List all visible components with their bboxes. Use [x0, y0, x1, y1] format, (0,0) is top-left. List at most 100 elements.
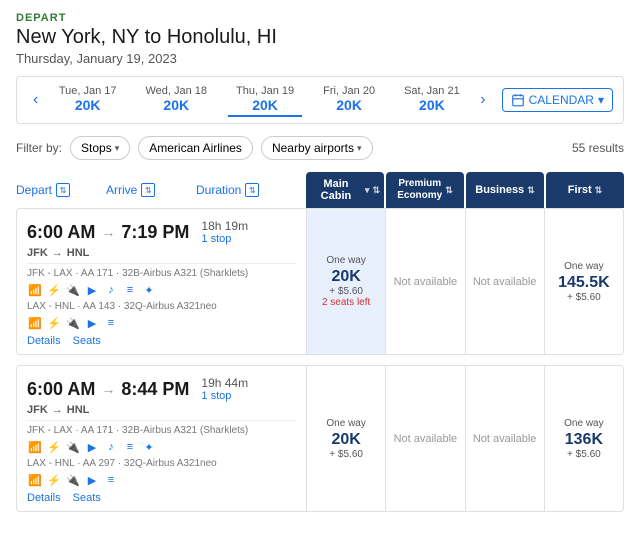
date-nav: ‹ Tue, Jan 1720KWed, Jan 1820KThu, Jan 1…	[16, 76, 624, 124]
date-prev-arrow[interactable]: ‹	[27, 91, 44, 109]
airline-label: American Airlines	[149, 141, 242, 155]
main-price-label-0: One way	[326, 255, 365, 266]
depart-time-0: 6:00 AM	[27, 222, 95, 243]
detail2-0: LAX - HNL · AA 143 · 32Q-Airbus A321neo	[27, 301, 296, 312]
power-icon: ⚡	[46, 282, 62, 298]
stops-0: 1 stop	[201, 233, 248, 245]
duration-sort-icon: ⇅	[245, 183, 259, 197]
flights-container: 6:00 AM → 7:19 PM 18h 19m 1 stop JFK → H…	[16, 208, 624, 512]
arrive-airport-1: HNL	[67, 404, 90, 416]
date-points-3: 20K	[323, 97, 375, 113]
first-cell-0[interactable]: One way 145.5K + $5.60	[545, 209, 623, 354]
usb-icon: 🔌	[65, 439, 81, 455]
details-link-0[interactable]: Details	[27, 335, 61, 348]
arrive-time-1: 8:44 PM	[121, 379, 189, 400]
calendar-button[interactable]: CALENDAR ▾	[502, 88, 613, 112]
premium-sort-icon: ⇅	[445, 185, 453, 196]
date-label-0: Tue, Jan 17	[59, 85, 117, 97]
details-link-1[interactable]: Details	[27, 492, 61, 505]
usb-icon: 🔌	[65, 282, 81, 298]
arrive-airport-0: HNL	[67, 247, 90, 259]
business-unavailable-0: Not available	[473, 276, 537, 288]
date-item-2[interactable]: Thu, Jan 1920K	[228, 83, 302, 117]
main-sort-icon2: ⇅	[372, 185, 380, 196]
premium-economy-header[interactable]: PremiumEconomy ⇅	[386, 172, 464, 208]
main-cabin-cell-1[interactable]: One way 20K + $5.60	[307, 366, 386, 511]
airline-filter[interactable]: American Airlines	[138, 136, 253, 160]
depart-col-header[interactable]: Depart ⇅	[16, 178, 106, 202]
main-price-amount-0: 20K	[331, 268, 360, 286]
power-icon: ⚡	[46, 472, 62, 488]
premium-cabin-label: PremiumEconomy	[397, 178, 442, 202]
date-label-2: Thu, Jan 19	[236, 85, 294, 97]
video-icon: ▶	[84, 282, 100, 298]
first-header[interactable]: First ⇅	[546, 172, 624, 208]
stops-filter[interactable]: Stops ▾	[70, 136, 130, 160]
depart-time-1: 6:00 AM	[27, 379, 95, 400]
first-sort-icon: ⇅	[595, 185, 603, 196]
flight-links-0: Details Seats	[27, 335, 296, 348]
usb-icon: 🔌	[65, 472, 81, 488]
depart-airport-1: JFK	[27, 404, 48, 416]
seat-icon: ≡	[122, 282, 138, 298]
date-item-4[interactable]: Sat, Jan 2120K	[396, 83, 468, 117]
power-icon: ⚡	[46, 439, 62, 455]
flight-row-1: 6:00 AM → 8:44 PM 19h 44m 1 stop JFK → H…	[16, 365, 624, 512]
main-cabin-header[interactable]: Main Cabin ▾ ⇅	[306, 172, 384, 208]
seats-link-0[interactable]: Seats	[73, 335, 101, 348]
main-container: DEPART New York, NY to Honolulu, HI Thur…	[0, 0, 640, 534]
date-points-4: 20K	[404, 97, 460, 113]
date-points-1: 20K	[145, 97, 207, 113]
flight-info-0: 6:00 AM → 7:19 PM 18h 19m 1 stop JFK → H…	[17, 209, 307, 354]
col-headers: Depart ⇅ Arrive ⇅ Duration ⇅ Main Cabin …	[16, 172, 624, 208]
date-item-1[interactable]: Wed, Jan 1820K	[137, 83, 215, 117]
main-cabin-cell-0[interactable]: One way 20K + $5.60 2 seats left	[307, 209, 386, 354]
duration-col-header[interactable]: Duration ⇅	[196, 178, 296, 202]
date-item-0[interactable]: Tue, Jan 1720K	[51, 83, 125, 117]
main-price-fee-0: + $5.60	[329, 286, 363, 297]
arrive-sort-icon: ⇅	[141, 183, 155, 197]
route-title: New York, NY to Honolulu, HI	[16, 26, 624, 49]
amenities1-0: 📶⚡🔌▶♪≡✦	[27, 282, 296, 298]
seat-icon: ≡	[103, 472, 119, 488]
premium-unavailable-0: Not available	[394, 276, 458, 288]
flight-links-1: Details Seats	[27, 492, 296, 505]
business-sort-icon: ⇅	[527, 185, 535, 196]
main-price-amount-1: 20K	[331, 431, 360, 449]
calendar-label: CALENDAR	[529, 93, 594, 107]
date-label-1: Wed, Jan 18	[145, 85, 207, 97]
wifi-icon: 📶	[27, 439, 43, 455]
first-cell-1[interactable]: One way 136K + $5.60	[545, 366, 623, 511]
stops-label: Stops	[81, 141, 112, 155]
video-icon: ▶	[84, 315, 100, 331]
date-next-arrow[interactable]: ›	[474, 91, 491, 109]
arrive-time-0: 7:19 PM	[121, 222, 189, 243]
nearby-arrow: ▾	[357, 143, 362, 154]
flight-col-headers: Depart ⇅ Arrive ⇅ Duration ⇅	[16, 172, 306, 208]
nearby-filter[interactable]: Nearby airports ▾	[261, 136, 373, 160]
seat-icon: ≡	[122, 439, 138, 455]
date-points-0: 20K	[59, 97, 117, 113]
date-item-3[interactable]: Fri, Jan 2020K	[315, 83, 383, 117]
first-price-fee-1: + $5.60	[567, 449, 601, 460]
amenities2-0: 📶⚡🔌▶≡	[27, 315, 296, 331]
cabin-cells-0: One way 20K + $5.60 2 seats left Not ava…	[307, 209, 623, 354]
flight-arrow-1: →	[101, 381, 115, 397]
date-items: Tue, Jan 1720KWed, Jan 1820KThu, Jan 192…	[44, 83, 474, 117]
flight-times-0: 6:00 AM → 7:19 PM 18h 19m 1 stop	[27, 219, 296, 245]
main-price-label-1: One way	[326, 418, 365, 429]
food-icon: ✦	[141, 282, 157, 298]
filter-by-label: Filter by:	[16, 141, 62, 155]
arrive-col-header[interactable]: Arrive ⇅	[106, 178, 196, 202]
first-price-label-1: One way	[564, 418, 603, 429]
cabin-headers: Main Cabin ▾ ⇅ PremiumEconomy ⇅ Business…	[306, 172, 624, 208]
stops-arrow: ▾	[115, 143, 120, 154]
business-unavailable-1: Not available	[473, 433, 537, 445]
seats-link-1[interactable]: Seats	[73, 492, 101, 505]
cabin-cells-1: One way 20K + $5.60 Not available Not av…	[307, 366, 623, 511]
duration-col-label: Duration	[196, 183, 241, 197]
business-header[interactable]: Business ⇅	[466, 172, 544, 208]
food-icon: ✦	[141, 439, 157, 455]
flight-times-1: 6:00 AM → 8:44 PM 19h 44m 1 stop	[27, 376, 296, 402]
main-cabin-label: Main Cabin	[310, 178, 362, 202]
